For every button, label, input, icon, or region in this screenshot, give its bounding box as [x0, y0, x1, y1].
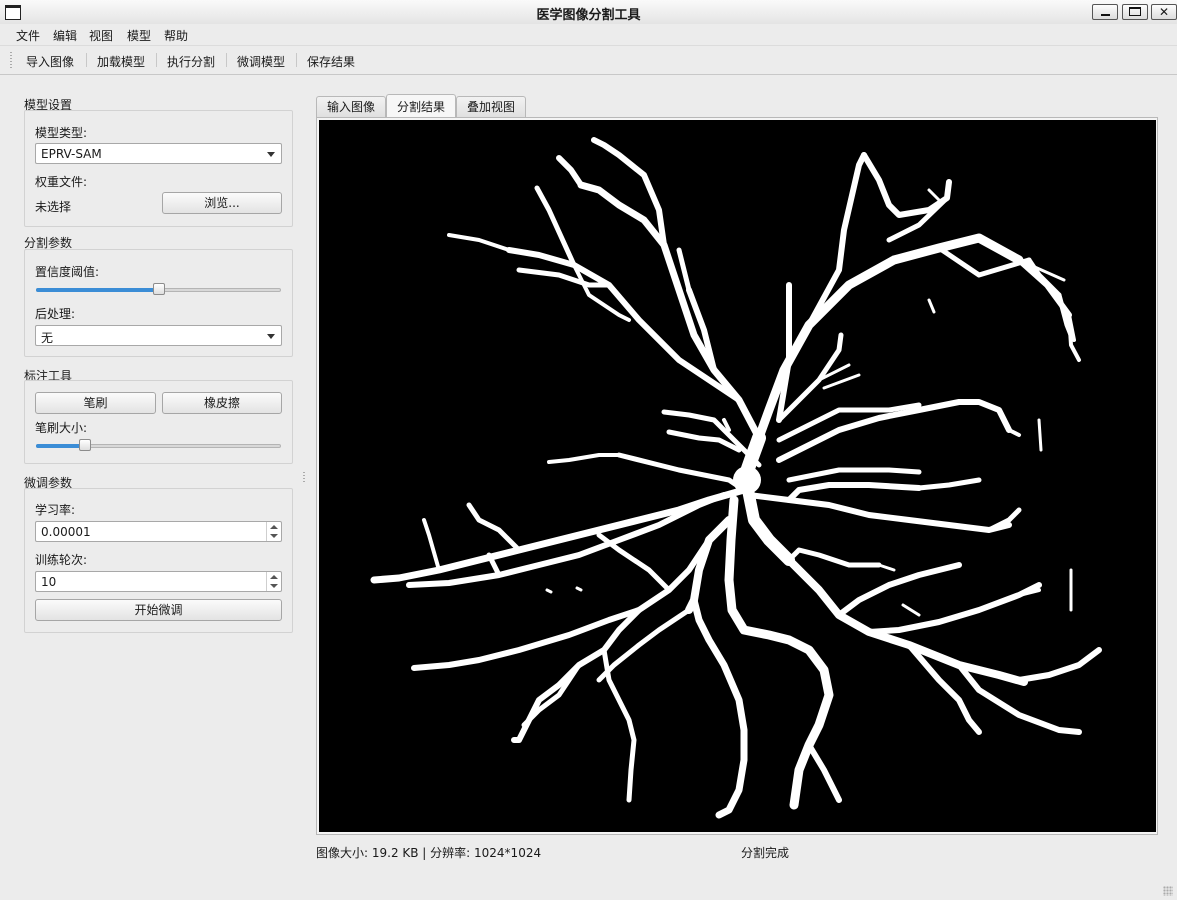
epochs-input[interactable]: 10	[35, 571, 282, 592]
chevron-down-icon	[267, 334, 275, 339]
slider-handle[interactable]	[79, 439, 91, 451]
window-title: 医学图像分割工具	[536, 8, 641, 23]
stepper-arrows[interactable]	[266, 522, 281, 541]
import-image-button[interactable]: 导入图像	[26, 53, 74, 70]
brush-size-label: 笔刷大小:	[35, 421, 88, 435]
resize-grip[interactable]	[1163, 886, 1173, 896]
postprocess-select[interactable]: 无	[35, 325, 282, 346]
toolbar-grip[interactable]	[10, 52, 12, 68]
model-type-select[interactable]: EPRV-SAM	[35, 143, 282, 164]
slider-fill	[36, 288, 159, 292]
close-button[interactable]: ✕	[1151, 4, 1177, 20]
panel-splitter[interactable]	[303, 472, 305, 484]
title-bar: 医学图像分割工具 ✕	[0, 0, 1177, 25]
browse-button[interactable]: 浏览...	[162, 192, 282, 214]
save-result-button[interactable]: 保存结果	[307, 53, 355, 70]
confidence-label: 置信度阈值:	[35, 265, 100, 279]
toolbar-separator	[86, 53, 87, 67]
run-segmentation-button[interactable]: 执行分割	[167, 53, 215, 70]
postprocess-value: 无	[41, 331, 54, 345]
tab-input-image[interactable]: 输入图像	[316, 96, 386, 117]
status-message: 分割完成	[741, 846, 790, 860]
toolbar-separator	[226, 53, 227, 67]
finetune-model-button[interactable]: 微调模型	[237, 53, 285, 70]
segmentation-image[interactable]	[319, 120, 1156, 832]
stepper-arrows[interactable]	[266, 572, 281, 591]
toolbar: 导入图像 加载模型 执行分割 微调模型 保存结果	[0, 46, 1177, 75]
menu-view[interactable]: 视图	[89, 27, 113, 44]
stepper-up-icon[interactable]	[270, 575, 278, 579]
eraser-button[interactable]: 橡皮擦	[162, 392, 282, 414]
slider-fill	[36, 444, 85, 448]
vessel-mask	[370, 137, 1102, 819]
weights-value: 未选择	[35, 200, 72, 214]
chevron-down-icon	[267, 152, 275, 157]
weights-label: 权重文件:	[35, 175, 88, 189]
brush-size-slider[interactable]	[36, 439, 281, 453]
stepper-down-icon[interactable]	[270, 584, 278, 588]
image-info: 图像大小: 19.2 KB | 分辨率: 1024*1024	[316, 846, 542, 860]
epochs-value: 10	[41, 575, 57, 589]
stepper-down-icon[interactable]	[270, 534, 278, 538]
start-finetune-button[interactable]: 开始微调	[35, 599, 282, 621]
slider-handle[interactable]	[152, 283, 165, 295]
maximize-button[interactable]	[1122, 4, 1148, 20]
epochs-label: 训练轮次:	[35, 553, 88, 567]
confidence-slider[interactable]	[36, 283, 281, 297]
tab-segmentation-result[interactable]: 分割结果	[386, 94, 456, 118]
menu-bar: 文件 编辑 视图 模型 帮助	[0, 24, 1177, 46]
model-type-value: EPRV-SAM	[41, 147, 102, 161]
brush-button[interactable]: 笔刷	[35, 392, 156, 414]
maximize-icon	[1129, 7, 1141, 16]
load-model-button[interactable]: 加载模型	[97, 53, 145, 70]
learning-rate-input[interactable]: 0.00001	[35, 521, 282, 542]
toolbar-separator	[156, 53, 157, 67]
model-type-label: 模型类型:	[35, 126, 88, 140]
menu-model[interactable]: 模型	[127, 27, 151, 44]
learning-rate-label: 学习率:	[35, 503, 76, 517]
menu-file[interactable]: 文件	[16, 27, 40, 44]
menu-help[interactable]: 帮助	[164, 27, 188, 44]
close-icon: ✕	[1158, 5, 1170, 19]
menu-edit[interactable]: 编辑	[53, 27, 77, 44]
tab-overlay-view[interactable]: 叠加视图	[456, 96, 526, 117]
minimize-icon	[1101, 14, 1110, 16]
stepper-up-icon[interactable]	[270, 525, 278, 529]
postprocess-label: 后处理:	[35, 307, 76, 321]
toolbar-separator	[296, 53, 297, 67]
learning-rate-value: 0.00001	[41, 525, 91, 539]
minimize-button[interactable]	[1092, 4, 1118, 20]
